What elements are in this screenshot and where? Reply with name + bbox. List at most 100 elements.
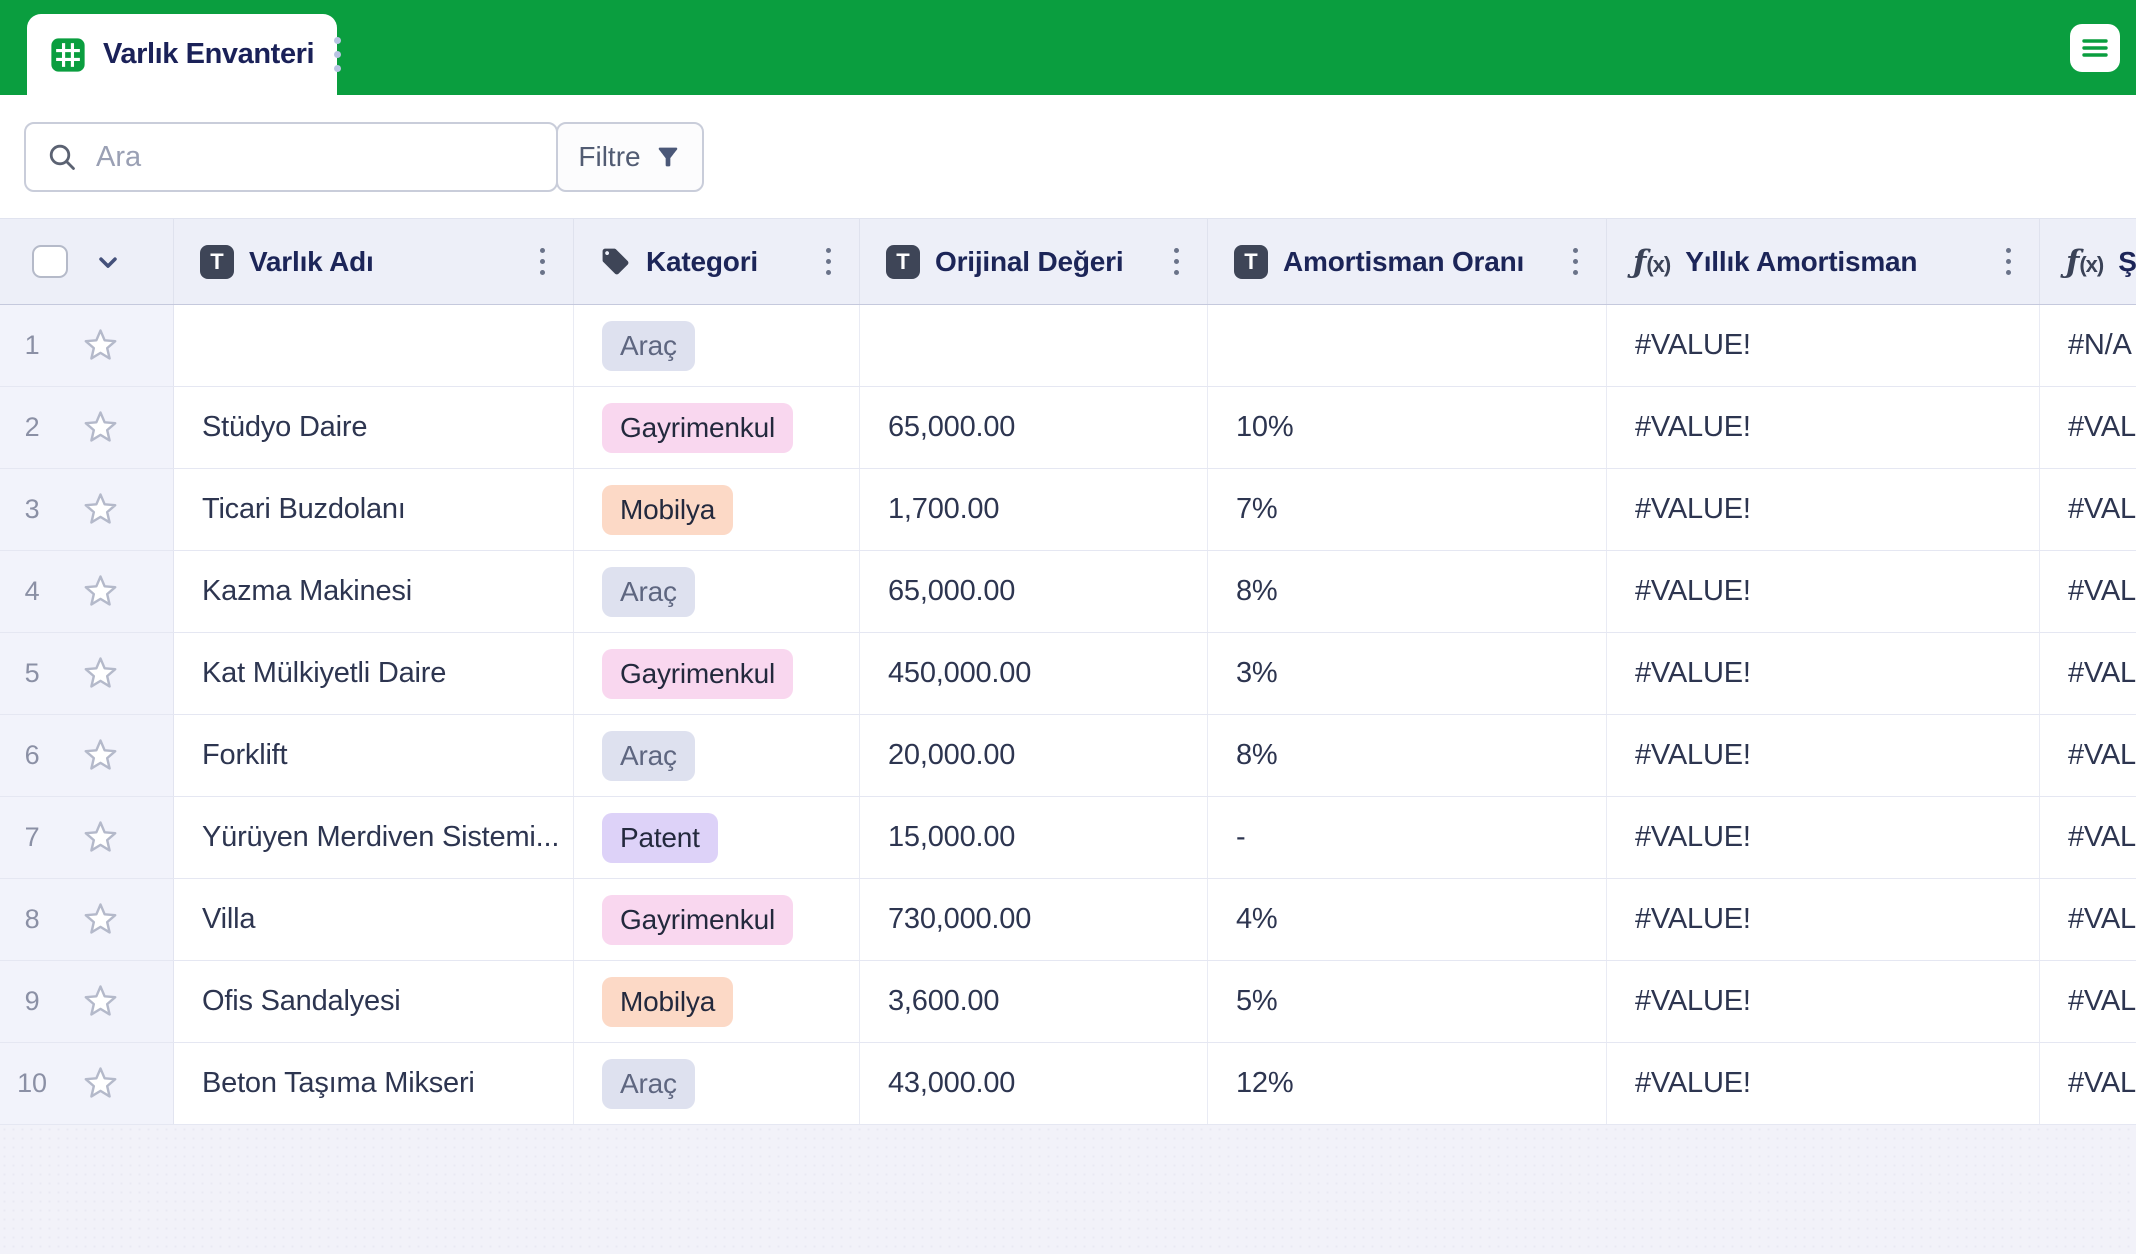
table-header-row: T Varlık Adı Kategori T Orijinal Değeri … [0, 218, 2136, 305]
main-menu-button[interactable] [2070, 24, 2120, 72]
cutoff-column-cell[interactable]: #VALUE! [2040, 879, 2136, 960]
original-value-cell[interactable]: 43,000.00 [860, 1043, 1208, 1124]
category-cell[interactable]: Gayrimenkul [574, 633, 860, 714]
depreciation-rate-cell[interactable]: 7% [1208, 469, 1607, 550]
column-header-cutoff[interactable]: ƒ(x) Şi [2040, 219, 2136, 304]
original-value-cell[interactable]: 65,000.00 [860, 387, 1208, 468]
column-header-kategori[interactable]: Kategori [574, 219, 860, 304]
annual-depreciation-cell[interactable]: #VALUE! [1607, 797, 2040, 878]
annual-depreciation-cell[interactable]: #VALUE! [1607, 305, 2040, 386]
row-number: 4 [24, 576, 40, 606]
asset-name-cell[interactable]: Ticari Buzdolanı [174, 469, 574, 550]
filter-button-label: Filtre [578, 141, 641, 172]
original-value-cell[interactable]: 65,000.00 [860, 551, 1208, 632]
column-header-orijinal-degeri[interactable]: T Orijinal Değeri [860, 219, 1208, 304]
category-cell[interactable]: Gayrimenkul [574, 879, 860, 960]
asset-name-cell[interactable]: Forklift [174, 715, 574, 796]
column-menu-dots-icon[interactable] [534, 244, 551, 279]
search-input[interactable]: Ara [24, 122, 558, 192]
category-cell[interactable]: Araç [574, 1043, 860, 1124]
depreciation-rate-cell[interactable]: 10% [1208, 387, 1607, 468]
select-all-checkbox[interactable] [32, 245, 68, 278]
depreciation-rate-cell[interactable]: 12% [1208, 1043, 1607, 1124]
depreciation-rate-cell[interactable]: 8% [1208, 715, 1607, 796]
cutoff-column-cell[interactable]: #VALUE! [2040, 961, 2136, 1042]
star-icon[interactable] [80, 490, 121, 529]
depreciation-rate-cell[interactable]: 5% [1208, 961, 1607, 1042]
original-value-cell[interactable]: 3,600.00 [860, 961, 1208, 1042]
row-select-cell: 9 [0, 961, 174, 1042]
cutoff-column-cell[interactable]: #VALUE! [2040, 1043, 2136, 1124]
table-row: 7 Yürüyen Merdiven Sistemi... Patent 15,… [0, 797, 2136, 879]
tab-title: Varlık Envanteri [103, 38, 315, 70]
annual-depreciation-cell[interactable]: #VALUE! [1607, 387, 2040, 468]
star-icon[interactable] [80, 408, 121, 447]
star-icon[interactable] [80, 654, 121, 693]
column-menu-dots-icon[interactable] [820, 244, 837, 279]
column-menu-dots-icon[interactable] [1168, 244, 1185, 279]
depreciation-rate-cell[interactable]: 3% [1208, 633, 1607, 714]
asset-name-cell[interactable]: Kazma Makinesi [174, 551, 574, 632]
sheet-tab[interactable]: Varlık Envanteri [27, 14, 342, 95]
filter-button[interactable]: Filtre [556, 122, 704, 192]
cutoff-column-cell[interactable]: #VALUE! [2040, 469, 2136, 550]
original-value-cell[interactable] [860, 305, 1208, 386]
column-header-yillik-amortisman[interactable]: ƒ(x) Yıllık Amortisman [1607, 219, 2040, 304]
original-value-cell[interactable]: 1,700.00 [860, 469, 1208, 550]
star-icon[interactable] [80, 818, 121, 857]
depreciation-rate-cell[interactable]: 4% [1208, 879, 1607, 960]
cutoff-column-cell[interactable]: #N/A [2040, 305, 2136, 386]
column-menu-dots-icon[interactable] [2000, 244, 2017, 279]
category-cell[interactable]: Gayrimenkul [574, 387, 860, 468]
annual-depreciation-cell[interactable]: #VALUE! [1607, 551, 2040, 632]
category-cell[interactable]: Araç [574, 715, 860, 796]
asset-name-cell[interactable]: Ofis Sandalyesi [174, 961, 574, 1042]
asset-name-cell[interactable]: Yürüyen Merdiven Sistemi... [174, 797, 574, 878]
star-icon[interactable] [80, 572, 121, 611]
expand-rows-chevron-icon[interactable] [94, 248, 122, 276]
original-value-cell[interactable]: 730,000.00 [860, 879, 1208, 960]
text-column-icon: T [886, 244, 920, 279]
column-header-amortisman-orani[interactable]: T Amortisman Oranı [1208, 219, 1607, 304]
category-cell[interactable]: Mobilya [574, 469, 860, 550]
category-badge: Mobilya [602, 976, 734, 1027]
star-icon[interactable] [80, 1064, 121, 1103]
depreciation-rate-cell[interactable]: 8% [1208, 551, 1607, 632]
cutoff-column-cell[interactable]: #VALUE! [2040, 551, 2136, 632]
column-menu-dots-icon[interactable] [1567, 244, 1584, 279]
annual-depreciation-cell[interactable]: #VALUE! [1607, 633, 2040, 714]
cutoff-column-cell[interactable]: #VALUE! [2040, 633, 2136, 714]
row-select-cell: 3 [0, 469, 174, 550]
star-icon[interactable] [80, 736, 121, 775]
original-value-cell[interactable]: 20,000.00 [860, 715, 1208, 796]
annual-depreciation-cell[interactable]: #VALUE! [1607, 1043, 2040, 1124]
cutoff-column-cell[interactable]: #VALUE! [2040, 387, 2136, 468]
row-number: 7 [24, 822, 40, 852]
cutoff-column-cell[interactable]: #VALUE! [2040, 797, 2136, 878]
category-cell[interactable]: Patent [574, 797, 860, 878]
cutoff-column-cell[interactable]: #VALUE! [2040, 715, 2136, 796]
annual-depreciation-cell[interactable]: #VALUE! [1607, 961, 2040, 1042]
star-icon[interactable] [80, 326, 121, 365]
category-cell[interactable]: Mobilya [574, 961, 860, 1042]
row-number: 8 [24, 904, 40, 934]
column-header-varlik-adi[interactable]: T Varlık Adı [174, 219, 574, 304]
select-all-header-cell [0, 219, 174, 304]
category-cell[interactable]: Araç [574, 551, 860, 632]
original-value-cell[interactable]: 450,000.00 [860, 633, 1208, 714]
star-icon[interactable] [80, 982, 121, 1021]
asset-name-cell[interactable]: Beton Taşıma Mikseri [174, 1043, 574, 1124]
annual-depreciation-cell[interactable]: #VALUE! [1607, 715, 2040, 796]
annual-depreciation-cell[interactable]: #VALUE! [1607, 469, 2040, 550]
asset-name-cell[interactable] [174, 305, 574, 386]
annual-depreciation-cell[interactable]: #VALUE! [1607, 879, 2040, 960]
depreciation-rate-cell[interactable] [1208, 305, 1607, 386]
tab-menu-dots-icon[interactable] [330, 33, 345, 76]
category-cell[interactable]: Araç [574, 305, 860, 386]
star-icon[interactable] [80, 900, 121, 939]
asset-name-cell[interactable]: Villa [174, 879, 574, 960]
original-value-cell[interactable]: 15,000.00 [860, 797, 1208, 878]
depreciation-rate-cell[interactable]: - [1208, 797, 1607, 878]
asset-name-cell[interactable]: Stüdyo Daire [174, 387, 574, 468]
asset-name-cell[interactable]: Kat Mülkiyetli Daire [174, 633, 574, 714]
